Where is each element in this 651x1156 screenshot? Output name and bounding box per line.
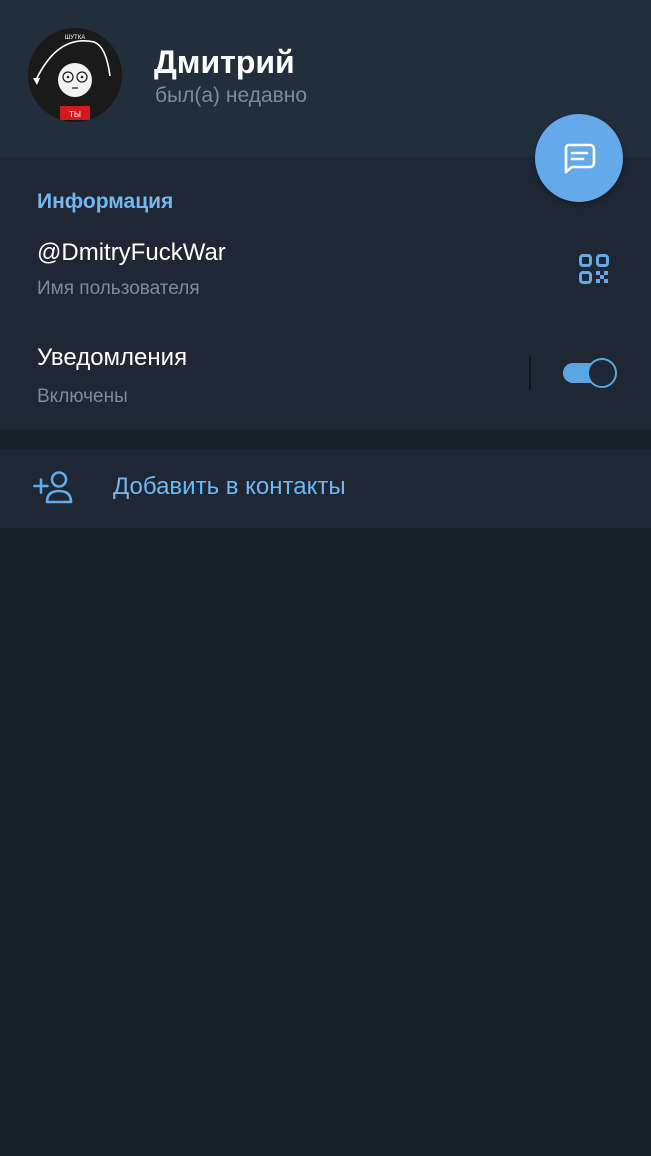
notifications-row[interactable]: Уведомления Включены <box>0 332 651 422</box>
username-row[interactable]: @DmitryFuckWar Имя пользователя <box>0 227 651 313</box>
qr-code-icon[interactable] <box>578 253 610 285</box>
divider <box>529 356 531 390</box>
profile-status: был(а) недавно <box>155 84 308 107</box>
send-message-button[interactable] <box>535 114 623 202</box>
avatar-image: ШУТКА ТЫ <box>28 28 122 122</box>
avatar[interactable]: ШУТКА ТЫ <box>28 28 122 122</box>
message-icon <box>564 143 596 174</box>
toggle-thumb <box>587 358 617 388</box>
add-contact-label: Добавить в контакты <box>113 473 346 500</box>
avatar-badge-text: ТЫ <box>69 110 81 119</box>
info-section: Информация @DmitryFuckWar Имя пользовате… <box>0 157 651 429</box>
username-label: Имя пользователя <box>37 278 200 299</box>
section-title: Информация <box>37 190 174 213</box>
notifications-toggle[interactable] <box>563 358 619 388</box>
notifications-status: Включены <box>37 386 128 407</box>
notifications-title: Уведомления <box>37 344 188 371</box>
avatar-top-text: ШУТКА <box>65 35 85 41</box>
username-value: @DmitryFuckWar <box>37 239 226 266</box>
add-user-icon <box>33 471 73 504</box>
add-contact-button[interactable]: Добавить в контакты <box>0 449 651 528</box>
profile-name: Дмитрий <box>154 44 295 80</box>
